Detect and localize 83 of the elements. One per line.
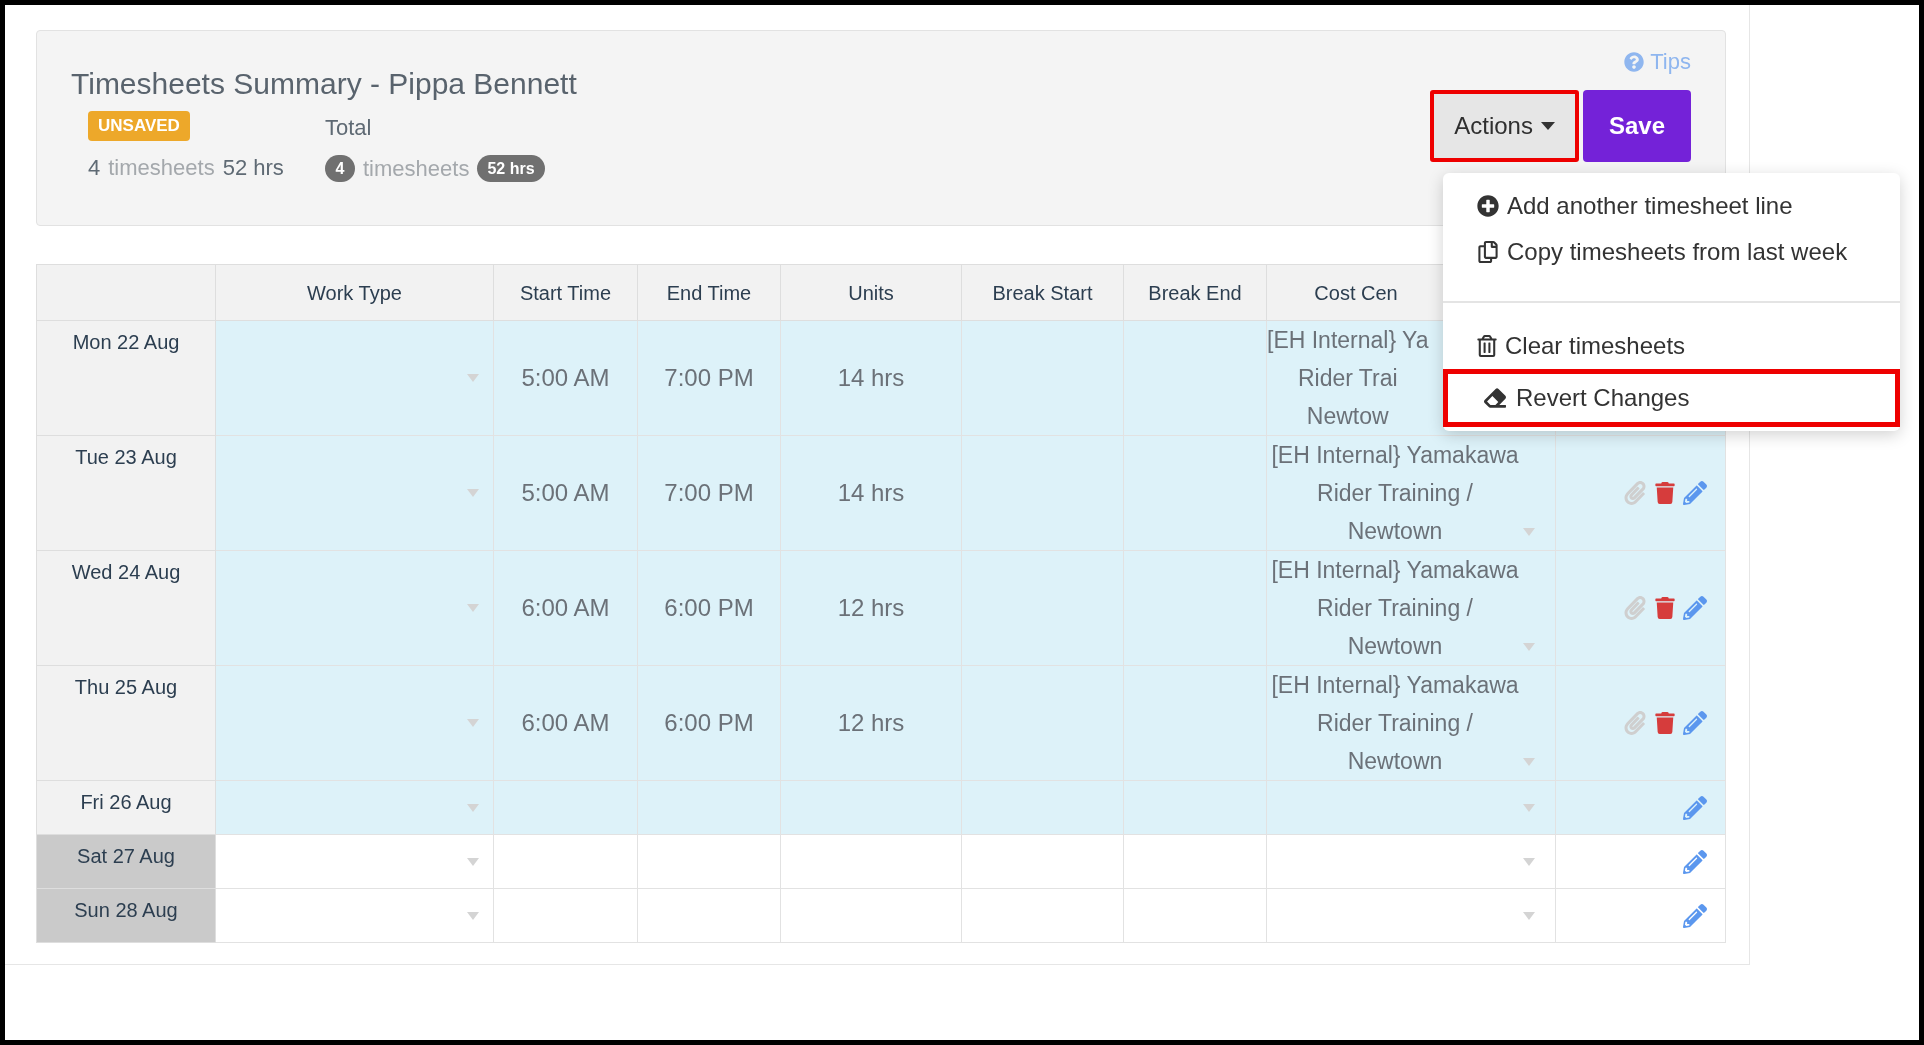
end-time: 6:00 PM xyxy=(664,594,754,621)
caret-icon xyxy=(467,803,479,812)
caret-icon xyxy=(1523,803,1535,812)
column-header: Break End xyxy=(1148,280,1242,306)
menu-item[interactable]: Clear timesheets xyxy=(1443,323,1900,369)
edit-icon[interactable] xyxy=(1683,795,1707,820)
edit-icon[interactable] xyxy=(1683,481,1707,505)
date-label: Tue 23 Aug xyxy=(75,446,177,468)
caret-icon xyxy=(1523,758,1535,766)
help-icon xyxy=(1624,51,1645,72)
menu-item[interactable]: Add another timesheet line xyxy=(1443,183,1900,229)
copy-icon xyxy=(1477,241,1499,263)
hours-total: 52 hrs xyxy=(222,153,284,182)
column-header: End Time xyxy=(666,280,752,306)
end-time: 6:00 PM xyxy=(664,709,754,736)
delete-icon[interactable] xyxy=(1655,482,1675,504)
attachment-icon[interactable] xyxy=(1623,711,1647,735)
start-time: 5:00 AM xyxy=(521,479,610,506)
caret-icon xyxy=(1523,857,1535,866)
end-time: 7:00 PM xyxy=(664,364,754,391)
start-time: 6:00 AM xyxy=(521,709,610,736)
timesheets-label: timesheets xyxy=(363,155,470,183)
column-header: Break Start xyxy=(992,280,1093,306)
attachment-icon[interactable] xyxy=(1623,481,1647,505)
attachment-icon[interactable] xyxy=(1623,596,1647,620)
end-time: 7:00 PM xyxy=(664,479,754,506)
units-value: 14 hrs xyxy=(837,364,905,391)
count-badge: 4 xyxy=(325,155,355,182)
date-label: Thu 25 Aug xyxy=(74,676,178,698)
column-header: Start Time xyxy=(519,280,612,306)
save-button[interactable]: Save xyxy=(1582,90,1691,162)
timesheet-count: 4 xyxy=(88,153,101,182)
delete-icon[interactable] xyxy=(1655,597,1675,619)
date-label: Wed 24 Aug xyxy=(71,561,181,583)
caret-icon xyxy=(467,719,479,727)
units-value: 14 hrs xyxy=(837,479,905,506)
caret-icon xyxy=(1523,528,1535,536)
date-label: Fri 26 Aug xyxy=(80,791,172,813)
timesheets-label: timesheets xyxy=(108,153,215,182)
edit-icon[interactable] xyxy=(1683,711,1707,735)
cost-centre-text: [EH Internal} Ya xyxy=(1267,326,1429,355)
date-label: Sat 27 Aug xyxy=(77,845,175,867)
caret-icon xyxy=(467,489,479,497)
cost-centre-text: Newtown xyxy=(1347,517,1443,546)
cost-centre-text: [EH Internal} Yamakawa xyxy=(1271,671,1519,700)
cost-centre-text: Rider Trai xyxy=(1297,364,1398,393)
caret-icon xyxy=(1523,911,1535,920)
cost-centre-text: Rider Training / xyxy=(1317,594,1473,623)
start-time: 5:00 AM xyxy=(521,364,610,391)
caret-icon xyxy=(467,857,479,866)
trash-icon xyxy=(1477,335,1497,357)
cost-centre-text: Newtown xyxy=(1347,632,1443,661)
units-value: 12 hrs xyxy=(837,709,905,736)
cost-centre-text: [EH Internal} Yamakawa xyxy=(1271,441,1519,470)
actions-button[interactable]: Actions xyxy=(1430,90,1579,162)
unsaved-badge: UNSAVED xyxy=(88,111,190,141)
date-label: Sun 28 Aug xyxy=(74,899,178,921)
start-time: 6:00 AM xyxy=(521,594,610,621)
date-label: Mon 22 Aug xyxy=(72,331,180,353)
caret-icon xyxy=(467,604,479,612)
column-header: Units xyxy=(848,280,894,306)
page-title: Timesheets Summary - Pippa Bennett xyxy=(71,66,577,102)
caret-icon xyxy=(467,911,479,920)
cost-centre-text: Newtow xyxy=(1306,402,1389,431)
edit-icon[interactable] xyxy=(1683,849,1707,874)
caret-icon xyxy=(467,374,479,382)
edit-icon[interactable] xyxy=(1683,596,1707,620)
cost-centre-text: Newtown xyxy=(1347,747,1443,776)
cost-centre-text: Rider Training / xyxy=(1317,479,1473,508)
edit-icon[interactable] xyxy=(1683,903,1707,928)
cost-centre-text: [EH Internal} Yamakawa xyxy=(1271,556,1519,585)
menu-item[interactable]: Copy timesheets from last week xyxy=(1443,229,1900,275)
column-header: Cost Cen xyxy=(1314,280,1398,306)
cost-centre-text: Rider Training / xyxy=(1317,709,1473,738)
eraser-icon xyxy=(1482,387,1508,409)
hours-badge: 52 hrs xyxy=(477,155,545,182)
total-label: Total xyxy=(325,114,372,142)
delete-icon[interactable] xyxy=(1655,712,1675,734)
column-header: Work Type xyxy=(307,280,402,306)
menu-item[interactable]: Revert Changes xyxy=(1443,369,1900,427)
caret-icon xyxy=(1523,643,1535,651)
units-value: 12 hrs xyxy=(837,594,905,621)
caret-icon xyxy=(1540,122,1555,130)
